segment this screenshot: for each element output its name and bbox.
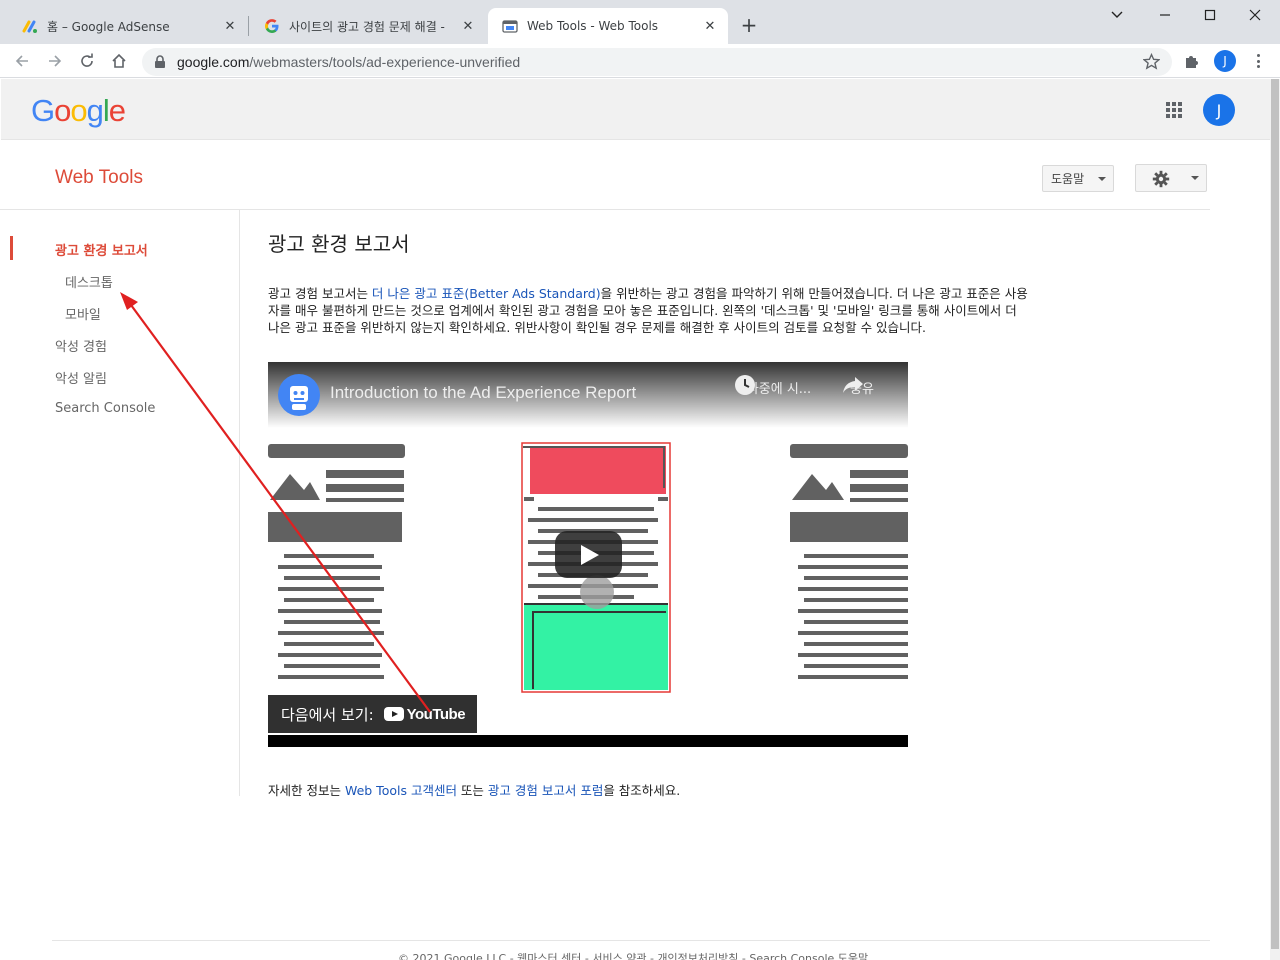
google-header: Google J [1, 79, 1270, 140]
back-button[interactable] [10, 49, 34, 73]
footnote-text-2: 또는 [456, 783, 488, 798]
caret-down-icon [1191, 176, 1199, 180]
help-dropdown-button[interactable]: 도움말 [1042, 165, 1114, 192]
share-button[interactable]: 공유 [842, 374, 882, 397]
share-arrow-icon [843, 377, 863, 393]
footnote-text-1: 자세한 정보는 [268, 783, 345, 798]
active-indicator [10, 236, 13, 260]
url-host: google.com [177, 54, 250, 70]
minimize-icon [1160, 14, 1170, 16]
url-text: google.com/webmasters/tools/ad-experienc… [177, 54, 520, 70]
tab-web-tools[interactable]: Web Tools - Web Tools ✕ [488, 8, 728, 44]
desc-text-1: 광고 경험 보고서는 [268, 286, 372, 301]
sidebar-item-abusive-experiences[interactable]: 악성 경험 [55, 336, 107, 355]
google-logo[interactable]: Google [31, 93, 126, 129]
gear-icon [1152, 170, 1170, 188]
tab-strip: 홈 – Google AdSense ✕ 사이트의 광고 경험 문제 해결 - … [0, 0, 1280, 44]
maximize-icon [1204, 9, 1216, 21]
forward-arrow-icon [49, 55, 62, 67]
play-button[interactable] [555, 531, 622, 578]
youtube-play-icon [383, 707, 404, 721]
address-bar[interactable]: google.com/webmasters/tools/ad-experienc… [142, 48, 1172, 76]
channel-avatar[interactable] [278, 374, 320, 416]
footnote-text-3: 을 참조하세요. [603, 783, 681, 798]
close-icon[interactable]: ✕ [460, 18, 476, 34]
report-description: 광고 경험 보고서는 더 나은 광고 표준(Better Ads Standar… [268, 285, 1030, 336]
page-footer: © 2021 Google LLC - 웹마스터 센터 - 서비스 약관 - 개… [398, 952, 869, 960]
forward-button[interactable] [43, 49, 67, 73]
adsense-icon [22, 20, 37, 33]
watch-later-button[interactable]: 나중에 시... [734, 374, 824, 397]
browser-menu-icon[interactable] [1250, 52, 1266, 70]
page-title: 광고 환경 보고서 [268, 232, 410, 256]
extensions-puzzle-icon[interactable] [1183, 52, 1201, 70]
sidebar-item-ad-experience-report[interactable]: 광고 환경 보고서 [55, 240, 148, 259]
sidebar-item-mobile[interactable]: 모바일 [65, 304, 101, 323]
google-g-icon [265, 19, 279, 33]
clock-icon [735, 375, 755, 395]
tab-search-button[interactable] [1094, 4, 1140, 26]
ad-experience-forum-link[interactable]: 광고 경험 보고서 포럼 [488, 783, 603, 798]
watch-on-youtube-button[interactable]: 다음에서 보기: YouTube [268, 695, 477, 733]
help-label: 도움말 [1051, 172, 1085, 186]
url-path: /webmasters/tools/ad-experience-unverifi… [249, 54, 521, 70]
settings-dropdown-button[interactable] [1135, 164, 1207, 192]
caret-down-icon [1098, 177, 1106, 181]
youtube-logo: YouTube [383, 705, 466, 723]
apps-grid-icon[interactable] [1166, 102, 1182, 118]
sidebar-divider [239, 210, 240, 796]
more-info-text: 자세한 정보는 Web Tools 고객센터 또는 광고 경험 보고서 포럼을 … [268, 780, 680, 799]
back-arrow-icon [15, 55, 28, 67]
home-button[interactable] [107, 49, 131, 73]
close-icon[interactable]: ✕ [702, 18, 718, 34]
watch-on-label: 다음에서 보기: [281, 705, 374, 724]
lock-icon [155, 55, 165, 68]
video-bottom-bar [268, 735, 908, 747]
close-icon[interactable]: ✕ [222, 18, 238, 34]
profile-avatar-button[interactable]: J [1214, 50, 1236, 72]
sidebar-item-desktop[interactable]: 데스크톱 [65, 272, 113, 291]
google-logo-letter: e [108, 93, 126, 128]
close-icon [1249, 9, 1261, 21]
annotation-arrow-head [120, 292, 138, 310]
youtube-wordmark: YouTube [406, 705, 466, 723]
minimize-button[interactable] [1142, 4, 1188, 26]
screen: 홈 – Google AdSense ✕ 사이트의 광고 경험 문제 해결 - … [0, 0, 1280, 960]
tab-title: 홈 – Google AdSense [47, 19, 170, 34]
google-logo-letter: o [54, 93, 71, 128]
tab-separator [248, 16, 249, 36]
home-icon [112, 53, 126, 68]
google-logo-letter: G [31, 93, 55, 128]
sidebar-item-search-console[interactable]: Search Console [55, 401, 155, 416]
reload-button[interactable] [75, 49, 99, 73]
sidebar-item-abusive-notifications[interactable]: 악성 알림 [55, 368, 107, 387]
reload-icon [81, 53, 93, 67]
tab-title: Web Tools - Web Tools [527, 19, 659, 33]
tab-title: 사이트의 광고 경험 문제 해결 - [289, 19, 445, 34]
new-tab-button[interactable]: + [738, 13, 760, 37]
google-logo-letter: o [70, 93, 87, 128]
bookmark-star-icon[interactable] [1143, 53, 1160, 70]
account-avatar[interactable]: J [1203, 94, 1235, 126]
divider [0, 209, 1210, 210]
google-logo-letter: g [86, 93, 104, 128]
product-name[interactable]: Web Tools [55, 167, 143, 189]
tab-ad-experience-help[interactable]: 사이트의 광고 경험 문제 해결 - ✕ [250, 8, 486, 44]
web-tools-help-center-link[interactable]: Web Tools 고객센터 [345, 783, 457, 798]
scrollbar-thumb[interactable] [1271, 79, 1279, 949]
browser-toolbar: google.com/webmasters/tools/ad-experienc… [0, 44, 1280, 78]
tab-adsense[interactable]: 홈 – Google AdSense ✕ [8, 8, 248, 44]
close-window-button[interactable] [1232, 4, 1278, 26]
video-player[interactable]: Introduction to the Ad Experience Report… [268, 362, 908, 747]
chevron-down-icon [1111, 11, 1123, 18]
webtools-icon [502, 20, 518, 33]
robot-icon [290, 386, 308, 410]
better-ads-standard-link[interactable]: 더 나은 광고 표준(Better Ads Standard) [372, 286, 601, 301]
video-title[interactable]: Introduction to the Ad Experience Report [330, 383, 636, 403]
footer-divider [52, 940, 1210, 941]
maximize-button[interactable] [1187, 4, 1233, 26]
